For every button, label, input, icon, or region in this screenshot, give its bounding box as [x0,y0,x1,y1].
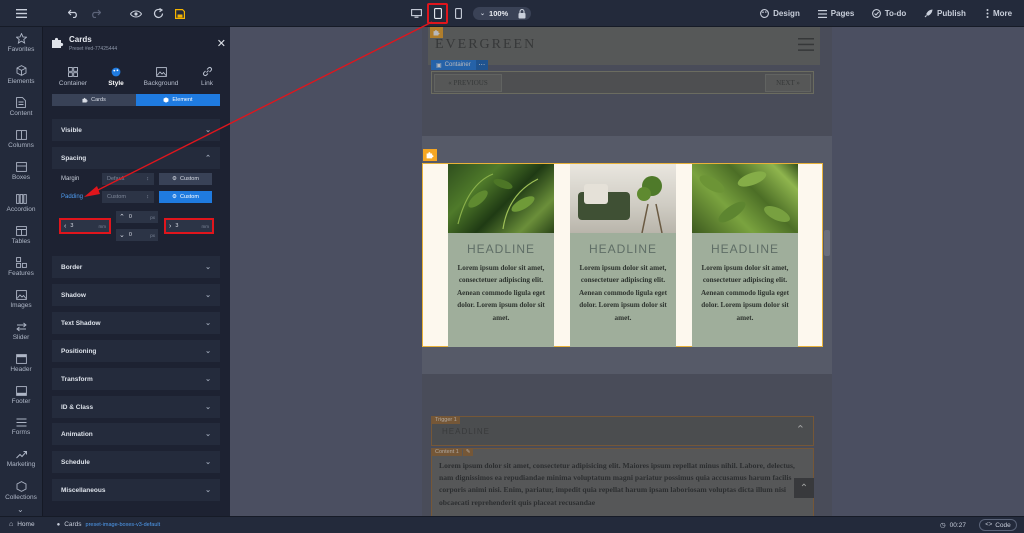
card-headline: HEADLINE [588,242,658,256]
card[interactable]: HEADLINE Lorem ipsum dolor sit amet, con… [448,164,554,347]
clock-icon: ◷ [940,522,946,529]
card-body: Lorem ipsum dolor sit amet, consectetuer… [456,264,546,322]
card-image [570,164,676,234]
puzzle-icon [426,152,434,159]
cards-section[interactable]: HEADLINE Lorem ipsum dolor sit amet, con… [422,163,823,347]
card-headline: HEADLINE [710,242,780,256]
breadcrumb-cards[interactable]: Cards [64,521,81,528]
home-icon[interactable]: ⌂ [9,521,13,528]
code-label: Code [995,521,1011,529]
timer: ◷ 00:27 [940,521,966,530]
code-icon: <> [985,522,993,528]
status-bar: ⌂ Home ● Cards preset-image-boxes-v3-def… [0,516,1024,533]
card-image [448,164,554,233]
card-body: Lorem ipsum dolor sit amet, consectetuer… [578,264,668,322]
card[interactable]: HEADLINE Lorem ipsum dolor sit amet, con… [570,164,676,347]
puzzle-icon: ● [56,521,61,528]
breadcrumb: ⌂ Home ● Cards preset-image-boxes-v3-def… [9,521,160,528]
interior-plant-image [578,176,663,234]
timer-value: 00:27 [949,521,966,529]
leaves-image [699,171,790,223]
leaves-image [457,173,539,230]
preset-name: preset-image-boxes-v3-default [85,521,161,528]
cards-edit-badge[interactable] [423,149,437,161]
card-body: Lorem ipsum dolor sit amet, consectetuer… [700,264,790,322]
card-image [692,164,798,233]
code-button[interactable]: <> Code [979,519,1017,531]
card[interactable]: HEADLINE Lorem ipsum dolor sit amet, con… [692,164,798,347]
breadcrumb-home[interactable]: Home [17,521,34,528]
card-headline: HEADLINE [466,242,536,256]
